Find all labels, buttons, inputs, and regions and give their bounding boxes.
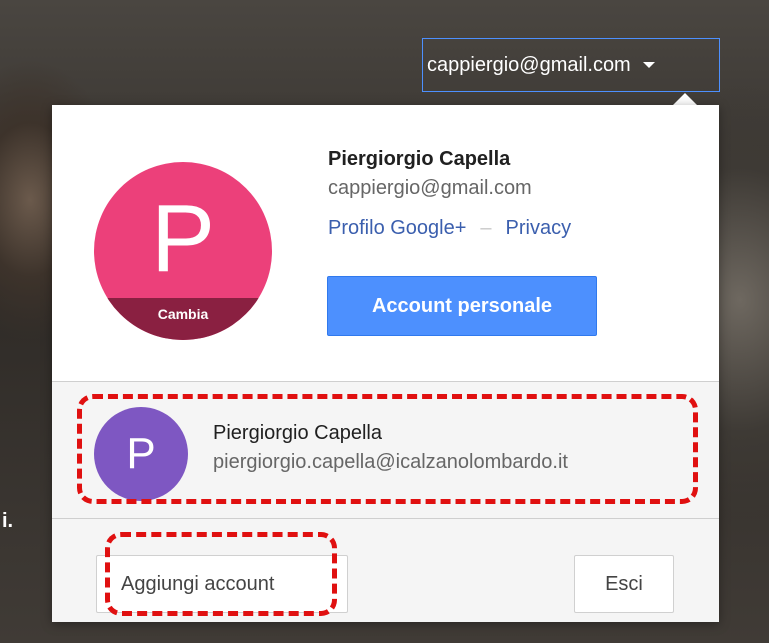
- account-switcher-button[interactable]: cappiergio@gmail.com: [422, 38, 720, 92]
- account-popover: P Cambia Piergiorgio Capella cappiergio@…: [52, 105, 719, 622]
- popover-footer: Aggiungi account Esci: [52, 519, 719, 622]
- privacy-link[interactable]: Privacy: [506, 217, 572, 239]
- caret-down-icon: [642, 62, 655, 68]
- current-account-name: Piergiorgio Capella: [328, 148, 511, 170]
- popover-arrow: [673, 93, 697, 105]
- account-email-label: cappiergio@gmail.com: [427, 53, 631, 76]
- other-account-row[interactable]: P Piergiorgio Capella piergiorgio.capell…: [52, 382, 719, 518]
- current-account-email: cappiergio@gmail.com: [328, 177, 532, 199]
- link-separator: –: [480, 217, 492, 239]
- change-photo-button[interactable]: Cambia: [94, 298, 272, 340]
- add-account-button[interactable]: Aggiungi account: [96, 555, 348, 613]
- google-plus-profile-link[interactable]: Profilo Google+: [328, 217, 466, 239]
- background-text: i.: [2, 510, 14, 532]
- personal-account-button[interactable]: Account personale: [327, 276, 597, 336]
- other-account-avatar: P: [94, 407, 188, 501]
- current-account-avatar[interactable]: P Cambia: [94, 162, 272, 340]
- account-links: Profilo Google+ – Privacy: [328, 217, 571, 240]
- other-account-name: Piergiorgio Capella: [213, 422, 382, 444]
- avatar-initial: P: [150, 185, 216, 292]
- sign-out-button[interactable]: Esci: [574, 555, 674, 613]
- other-account-email: piergiorgio.capella@icalzanolombardo.it: [213, 451, 568, 473]
